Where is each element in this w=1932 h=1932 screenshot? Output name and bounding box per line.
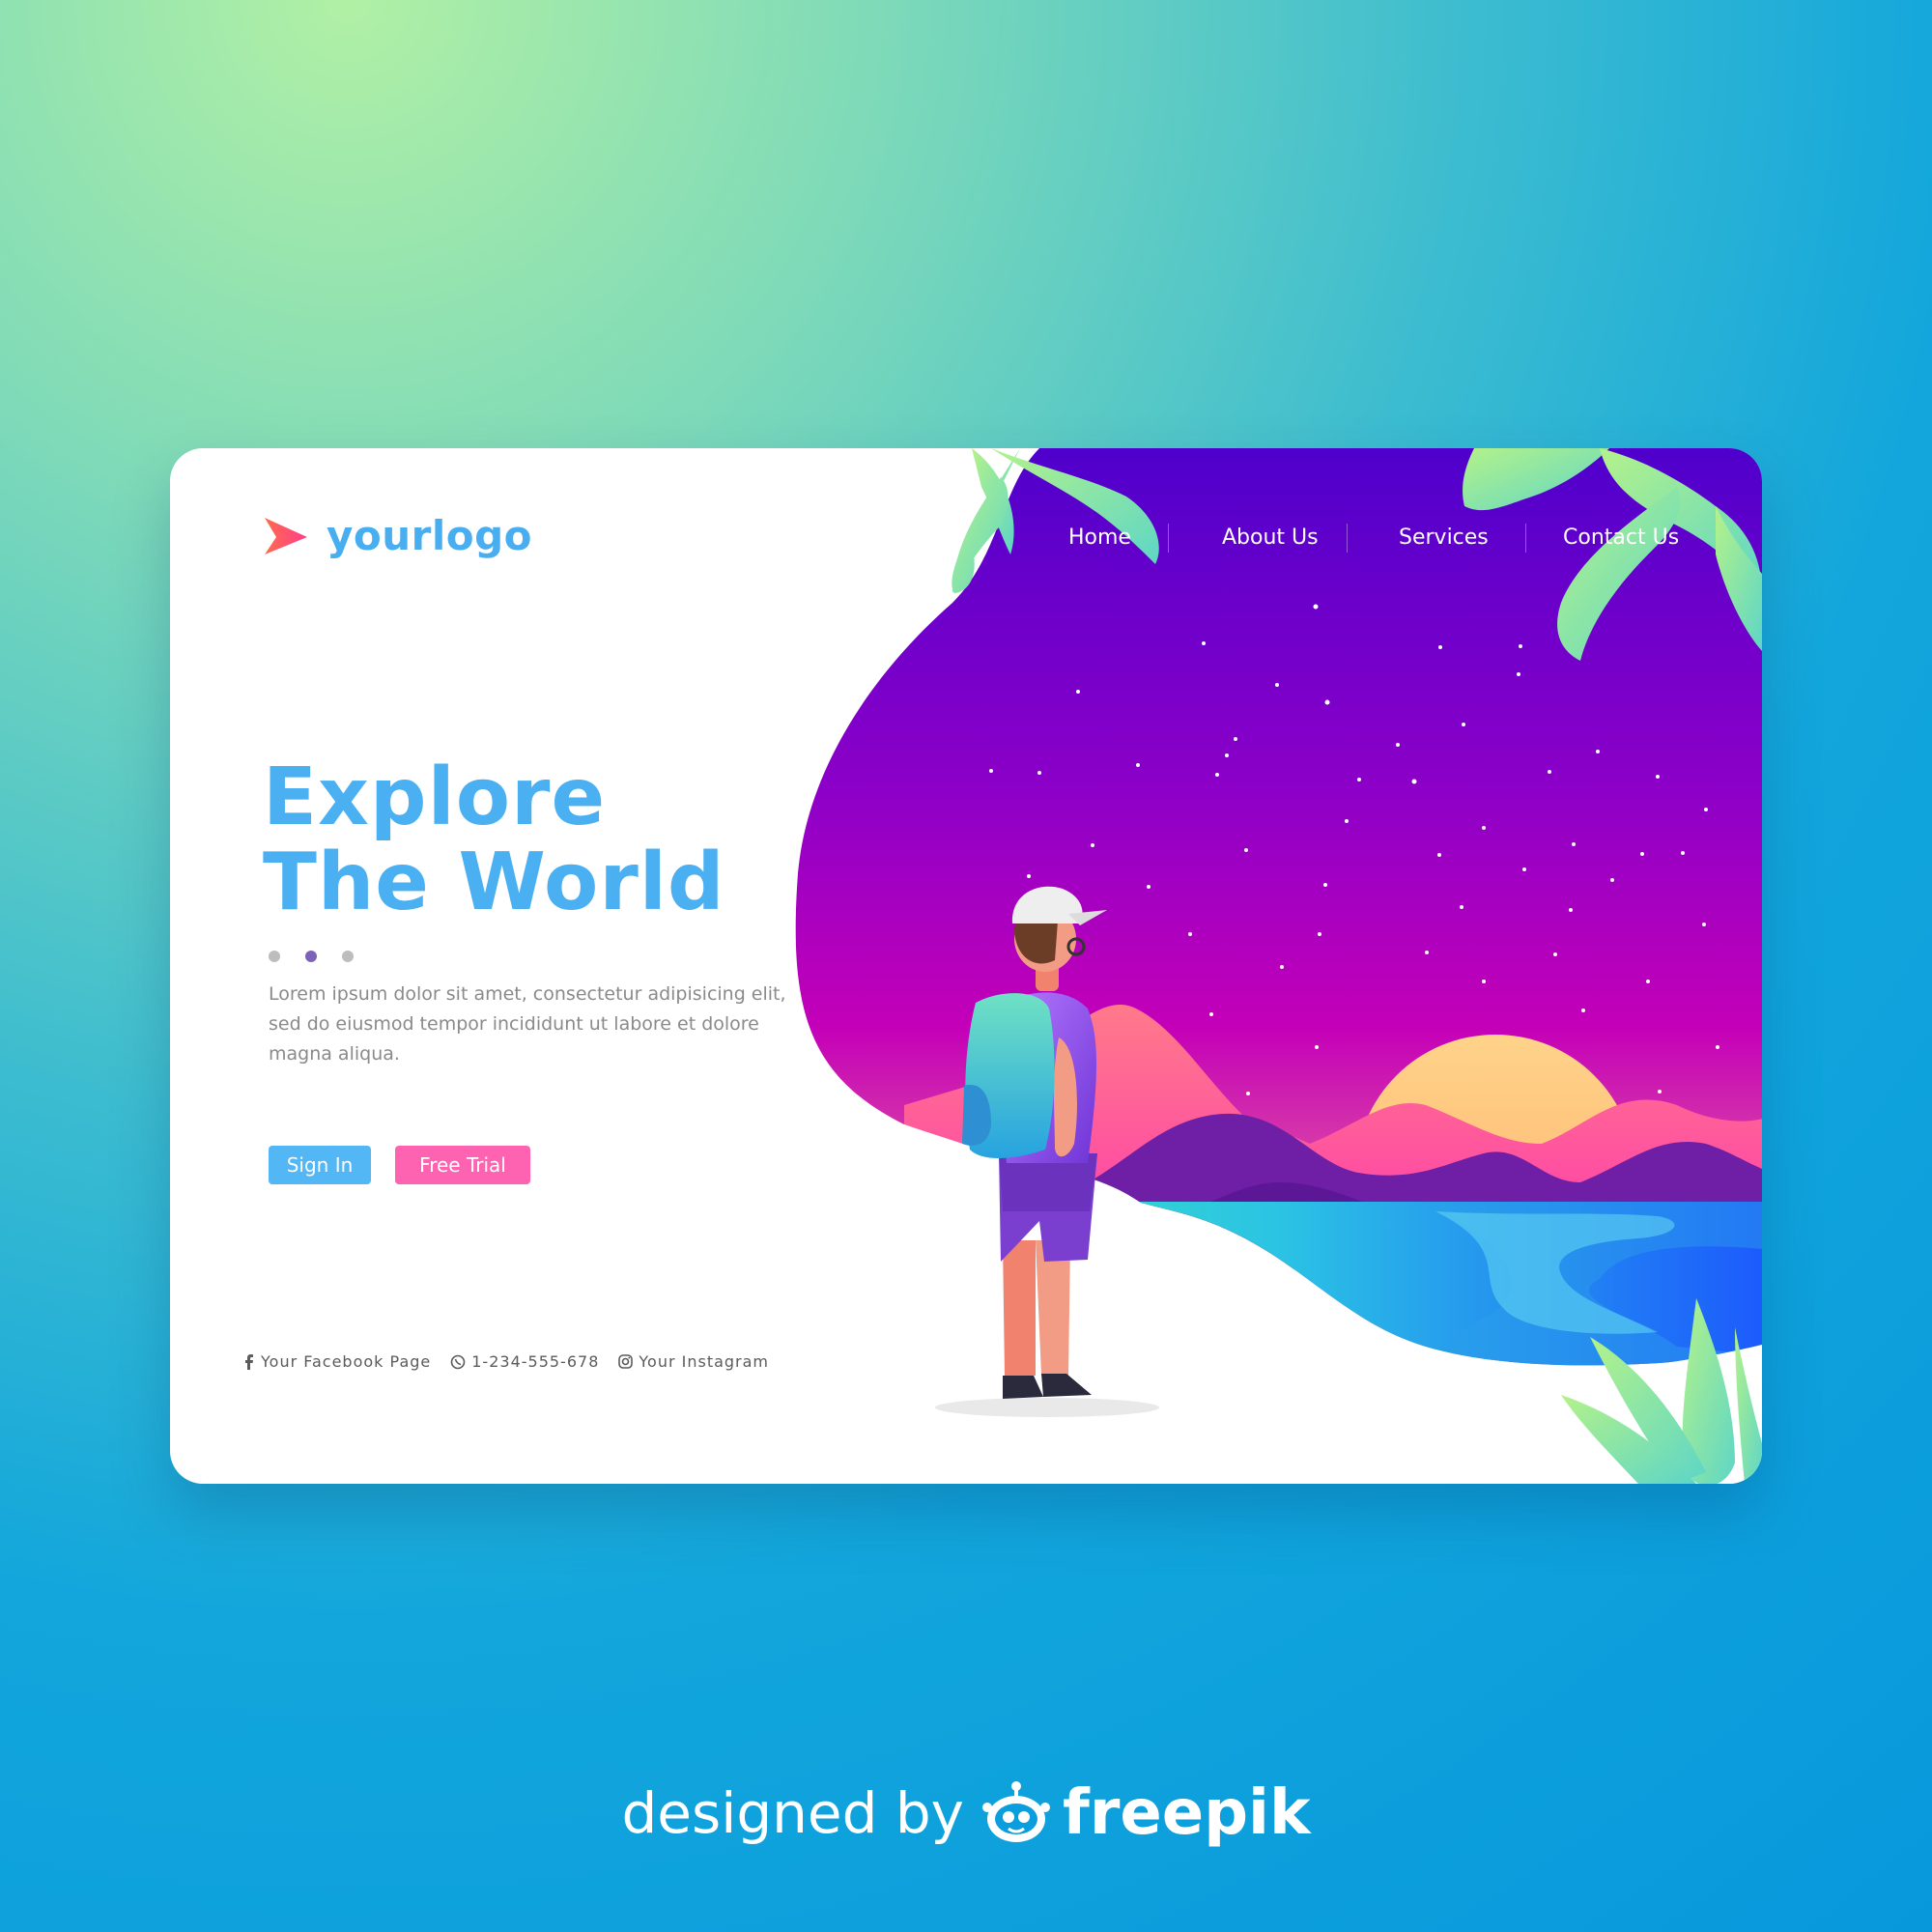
slider-dot-2[interactable] xyxy=(305,951,317,962)
phone-number: 1-234-555-678 xyxy=(471,1352,600,1371)
hero-description: Lorem ipsum dolor sit amet, consectetur … xyxy=(269,983,786,1065)
nav-divider xyxy=(1525,524,1526,553)
hero-title: Explore The World xyxy=(263,755,725,925)
slider-dot-1[interactable] xyxy=(269,951,280,962)
nav-about-us[interactable]: About Us xyxy=(1222,526,1319,550)
instagram-link[interactable]: Your Instagram xyxy=(618,1352,769,1371)
freepik-brand: freepik xyxy=(1062,1777,1311,1849)
freepik-robot-icon xyxy=(981,1781,1050,1842)
nav-divider xyxy=(1347,524,1348,553)
credit-text: designed by xyxy=(621,1780,964,1846)
slider-dot-3[interactable] xyxy=(342,951,354,962)
instagram-link-text: Your Instagram xyxy=(639,1352,770,1371)
credit-line: designed by freepik xyxy=(0,1777,1932,1849)
nav-contact-us[interactable]: Contact Us xyxy=(1563,526,1679,550)
sign-in-button[interactable]: Sign In xyxy=(269,1146,371,1184)
main-nav: Home About Us Services Contact Us xyxy=(170,524,1762,564)
hero-title-line-1: Explore xyxy=(263,752,607,843)
whatsapp-icon xyxy=(450,1354,466,1370)
nav-divider xyxy=(1168,524,1169,553)
slider-dots xyxy=(269,951,354,962)
nav-services[interactable]: Services xyxy=(1399,526,1489,550)
free-trial-button[interactable]: Free Trial xyxy=(395,1146,530,1184)
nav-home[interactable]: Home xyxy=(1068,526,1131,550)
facebook-link-text: Your Facebook Page xyxy=(261,1352,432,1371)
instagram-icon xyxy=(618,1354,634,1369)
facebook-link[interactable]: Your Facebook Page xyxy=(243,1352,431,1371)
facebook-icon xyxy=(243,1353,255,1370)
travel-illustration xyxy=(795,448,1762,1484)
landing-page-card: yourlogo Home About Us Services Contact … xyxy=(170,448,1762,1484)
phone-link[interactable]: 1-234-555-678 xyxy=(450,1352,599,1371)
social-links: Your Facebook Page 1-234-555-678 Your In… xyxy=(243,1352,788,1371)
hero-title-line-2: The World xyxy=(263,837,725,928)
